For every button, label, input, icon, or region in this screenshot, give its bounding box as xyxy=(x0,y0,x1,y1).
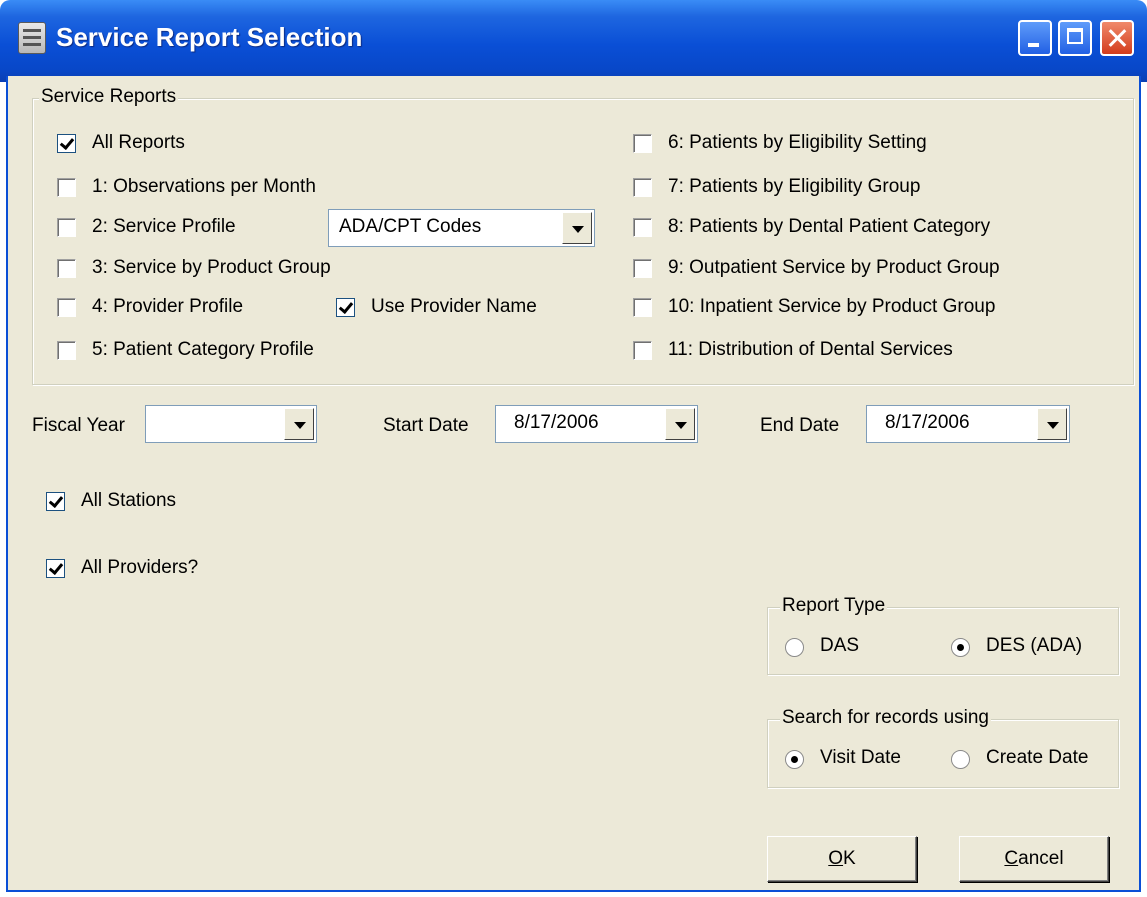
chevron-down-icon[interactable] xyxy=(1037,408,1067,440)
report-8-checkbox[interactable] xyxy=(633,218,652,237)
all-providers-checkbox[interactable] xyxy=(46,559,65,578)
das-label[interactable]: DAS xyxy=(820,634,859,658)
maximize-button[interactable] xyxy=(1058,20,1092,56)
all-reports-label[interactable]: All Reports xyxy=(92,131,185,155)
use-provider-name-label[interactable]: Use Provider Name xyxy=(371,295,537,319)
all-reports-checkbox[interactable] xyxy=(57,134,76,153)
all-stations-label[interactable]: All Stations xyxy=(81,489,176,513)
cancel-label-rest: ancel xyxy=(1018,848,1064,869)
report-4-checkbox[interactable] xyxy=(57,298,76,317)
fiscal-year-label: Fiscal Year xyxy=(32,415,125,436)
report-9-checkbox[interactable] xyxy=(633,259,652,278)
service-reports-legend: Service Reports xyxy=(39,86,179,108)
app-icon[interactable] xyxy=(18,22,46,54)
minimize-button[interactable] xyxy=(1018,20,1052,56)
des-ada-label[interactable]: DES (ADA) xyxy=(986,634,1082,658)
visit-date-radio[interactable] xyxy=(785,750,804,769)
title-bar[interactable]: Service Report Selection xyxy=(0,0,1147,82)
service-profile-combo[interactable]: ADA/CPT Codes xyxy=(328,209,595,247)
report-6-checkbox[interactable] xyxy=(633,134,652,153)
report-2-label[interactable]: 2: Service Profile xyxy=(92,215,236,239)
report-1-label[interactable]: 1: Observations per Month xyxy=(92,175,316,199)
start-date-picker[interactable]: 8/17/2006 xyxy=(495,405,698,443)
report-6-label[interactable]: 6: Patients by Eligibility Setting xyxy=(668,131,927,155)
ok-mnemonic: O xyxy=(828,848,844,869)
end-date-label: End Date xyxy=(760,415,840,436)
des-ada-radio[interactable] xyxy=(951,638,970,657)
chevron-down-icon[interactable] xyxy=(284,408,314,440)
create-date-radio[interactable] xyxy=(951,750,970,769)
report-7-checkbox[interactable] xyxy=(633,178,652,197)
cancel-mnemonic: C xyxy=(1004,848,1019,869)
report-4-label[interactable]: 4: Provider Profile xyxy=(92,295,243,319)
visit-date-label[interactable]: Visit Date xyxy=(820,746,901,770)
fiscal-year-combo[interactable] xyxy=(145,405,317,443)
start-date-value: 8/17/2006 xyxy=(514,412,599,433)
start-date-label: Start Date xyxy=(383,415,469,436)
report-type-legend: Report Type xyxy=(780,595,888,617)
report-11-label[interactable]: 11: Distribution of Dental Services xyxy=(668,338,953,362)
chevron-down-icon[interactable] xyxy=(665,408,695,440)
report-5-checkbox[interactable] xyxy=(57,341,76,360)
dialog-window: Service Report Selection Service Reports… xyxy=(0,0,1147,897)
cancel-button[interactable]: Cancel xyxy=(959,836,1109,882)
close-button[interactable] xyxy=(1100,20,1134,56)
report-1-checkbox[interactable] xyxy=(57,178,76,197)
all-providers-label[interactable]: All Providers? xyxy=(81,556,198,580)
report-5-label[interactable]: 5: Patient Category Profile xyxy=(92,338,314,362)
das-radio[interactable] xyxy=(785,638,804,657)
use-provider-name-checkbox[interactable] xyxy=(336,298,355,317)
report-2-checkbox[interactable] xyxy=(57,218,76,237)
report-7-label[interactable]: 7: Patients by Eligibility Group xyxy=(668,175,920,199)
report-8-label[interactable]: 8: Patients by Dental Patient Category xyxy=(668,215,990,239)
window-title: Service Report Selection xyxy=(56,22,363,52)
report-9-label[interactable]: 9: Outpatient Service by Product Group xyxy=(668,256,1000,280)
ok-button[interactable]: OK xyxy=(767,836,917,882)
service-profile-combo-value: ADA/CPT Codes xyxy=(339,216,482,237)
search-records-legend: Search for records using xyxy=(780,707,991,729)
end-date-value: 8/17/2006 xyxy=(885,412,970,433)
ok-label-rest: K xyxy=(843,848,856,869)
all-stations-checkbox[interactable] xyxy=(46,492,65,511)
report-10-label[interactable]: 10: Inpatient Service by Product Group xyxy=(668,295,995,319)
end-date-picker[interactable]: 8/17/2006 xyxy=(866,405,1070,443)
report-10-checkbox[interactable] xyxy=(633,298,652,317)
chevron-down-icon[interactable] xyxy=(562,212,592,244)
create-date-label[interactable]: Create Date xyxy=(986,746,1088,770)
report-3-checkbox[interactable] xyxy=(57,259,76,278)
report-3-label[interactable]: 3: Service by Product Group xyxy=(92,256,331,280)
report-11-checkbox[interactable] xyxy=(633,341,652,360)
